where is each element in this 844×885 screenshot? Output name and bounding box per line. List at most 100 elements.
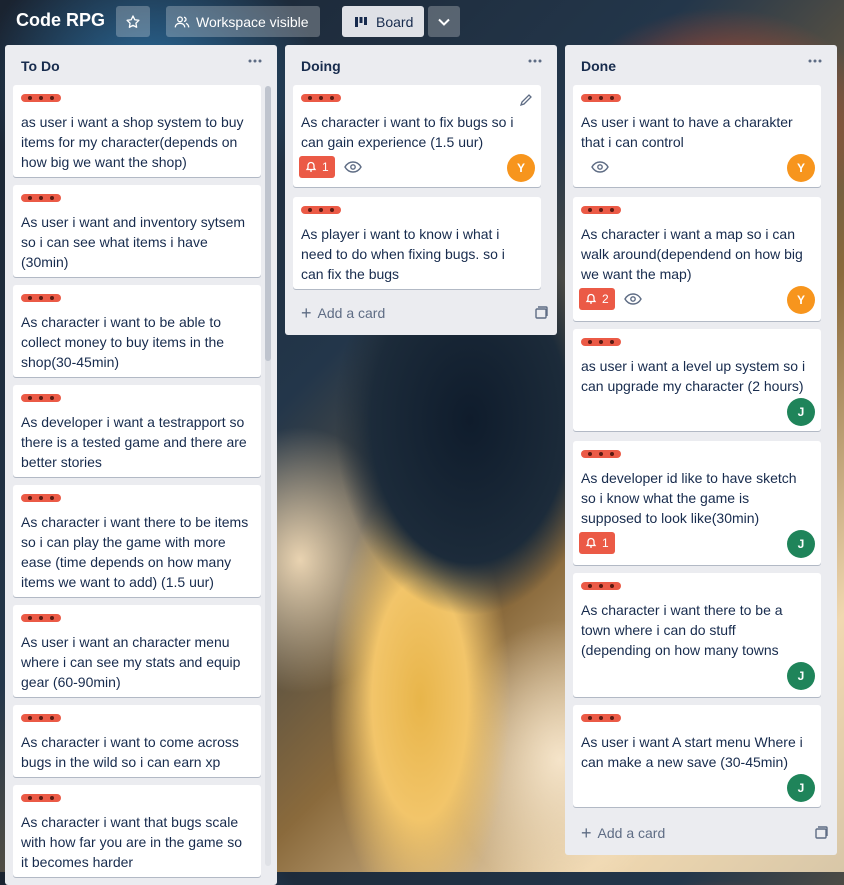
workspace-visibility-label: Workspace visible	[196, 13, 309, 30]
list-done: Done As user i want to have a charakter …	[565, 45, 837, 855]
list-scrollbar[interactable]	[265, 86, 271, 866]
list-menu-button[interactable]	[243, 53, 267, 77]
card-label	[581, 714, 621, 722]
card-label	[301, 206, 341, 214]
card-title: As character i want to fix bugs so i can…	[301, 114, 514, 150]
card-label	[581, 94, 621, 102]
list-todo: To Do as user i want a shop system to bu…	[5, 45, 277, 885]
member-avatar[interactable]: J	[787, 398, 815, 426]
card[interactable]: As user i want and inventory sytsem so i…	[13, 185, 261, 277]
board-title[interactable]: Code RPG	[16, 10, 105, 31]
card[interactable]: as user i want a shop system to buy item…	[13, 85, 261, 177]
card-template-icon[interactable]	[813, 825, 829, 841]
card-label	[21, 794, 61, 802]
add-card-button[interactable]: + Add a card	[573, 819, 829, 847]
more-icon	[808, 59, 822, 63]
more-icon	[248, 59, 262, 63]
list-header: Done	[565, 45, 837, 83]
list-title[interactable]: Done	[581, 58, 616, 74]
pencil-icon[interactable]	[519, 93, 533, 107]
list-doing: Doing As character i want to fix bugs so…	[285, 45, 557, 335]
card[interactable]: As character i want there to be a town w…	[573, 573, 821, 697]
card-title: As user i want A start menu Where i can …	[581, 734, 803, 770]
board-view-button[interactable]: Board	[342, 6, 424, 37]
card[interactable]: As character i want to be able to collec…	[13, 285, 261, 377]
plus-icon: +	[581, 823, 592, 843]
scrollbar-thumb[interactable]	[265, 86, 271, 361]
card-label	[581, 338, 621, 346]
card-title: As character i want to come across bugs …	[21, 734, 239, 770]
card-label	[21, 194, 61, 202]
board-header: Code RPG Workspace visible Board	[0, 0, 844, 44]
card-title: As user i want to have a charakter that …	[581, 114, 793, 150]
add-card-label: Add a card	[317, 305, 386, 321]
member-avatar[interactable]: Y	[787, 154, 815, 182]
card[interactable]: As user i want to have a charakter that …	[573, 85, 821, 187]
card-label	[21, 494, 61, 502]
card[interactable]: As user i want an character menu where i…	[13, 605, 261, 697]
card-template-icon[interactable]	[533, 305, 549, 321]
chevron-down-icon	[438, 18, 450, 26]
card[interactable]: As character i want to fix bugs so i can…	[293, 85, 541, 187]
member-avatar[interactable]: J	[787, 774, 815, 802]
card-title: As developer id like to have sketch so i…	[581, 470, 797, 526]
member-avatar[interactable]: J	[787, 530, 815, 558]
list-title[interactable]: To Do	[21, 58, 60, 74]
alert-badge: 1	[579, 532, 615, 554]
people-icon	[174, 15, 190, 27]
watch-icon	[624, 293, 642, 305]
card[interactable]: As character i want to come across bugs …	[13, 705, 261, 777]
member-avatar[interactable]: Y	[507, 154, 535, 182]
alert-badge: 2	[579, 288, 615, 310]
card-label	[21, 94, 61, 102]
alert-count: 1	[322, 160, 329, 174]
star-button[interactable]	[116, 6, 150, 37]
card[interactable]: As player i want to know i what i need t…	[293, 197, 541, 289]
more-icon	[528, 59, 542, 63]
card[interactable]: As developer i want a testrapport so the…	[13, 385, 261, 477]
card[interactable]: as user i want a level up system so i ca…	[573, 329, 821, 431]
workspace-visibility-button[interactable]: Workspace visible	[166, 6, 320, 37]
card[interactable]: As developer id like to have sketch so i…	[573, 441, 821, 565]
list-menu-button[interactable]	[803, 53, 827, 77]
list-title[interactable]: Doing	[301, 58, 341, 74]
card[interactable]: As character i want there to be items so…	[13, 485, 261, 597]
card-title: as user i want a shop system to buy item…	[21, 114, 244, 170]
alert-count: 1	[602, 536, 609, 550]
list-header: Doing	[285, 45, 557, 83]
bell-icon	[585, 537, 597, 548]
board-view-label: Board	[376, 13, 414, 30]
card-label	[581, 206, 621, 214]
member-avatar[interactable]: J	[787, 662, 815, 690]
watch-icon	[591, 161, 609, 173]
view-switcher-button[interactable]	[428, 6, 460, 37]
add-card-label: Add a card	[597, 825, 666, 841]
add-card-button[interactable]: + Add a card	[293, 299, 549, 327]
card-label	[21, 394, 61, 402]
bell-icon	[305, 161, 317, 172]
card[interactable]: As character i want that bugs scale with…	[13, 785, 261, 877]
card-label	[301, 94, 341, 102]
card[interactable]: As character i want a map so i can walk …	[573, 197, 821, 321]
member-avatar[interactable]: Y	[787, 286, 815, 314]
card-title: As user i want an character menu where i…	[21, 634, 241, 690]
card-label	[21, 714, 61, 722]
list-menu-button[interactable]	[523, 53, 547, 77]
watch-icon	[344, 161, 362, 173]
card-title: As user i want and inventory sytsem so i…	[21, 214, 246, 270]
card-title: As character i want there to be a town w…	[581, 602, 783, 658]
plus-icon: +	[301, 303, 312, 323]
bell-icon	[585, 293, 597, 304]
card-title: As character i want there to be items so…	[21, 514, 249, 590]
card-title: As character i want that bugs scale with…	[21, 814, 243, 870]
card-title: as user i want a level up system so i ca…	[581, 358, 806, 394]
card[interactable]: As user i want A start menu Where i can …	[573, 705, 821, 807]
list-header: To Do	[5, 45, 277, 83]
card-label	[581, 450, 621, 458]
card-title: As character i want a map so i can walk …	[581, 226, 803, 282]
alert-badge: 1	[299, 156, 335, 178]
alert-count: 2	[602, 292, 609, 306]
card-label	[21, 294, 61, 302]
card-label	[21, 614, 61, 622]
card-label	[581, 582, 621, 590]
